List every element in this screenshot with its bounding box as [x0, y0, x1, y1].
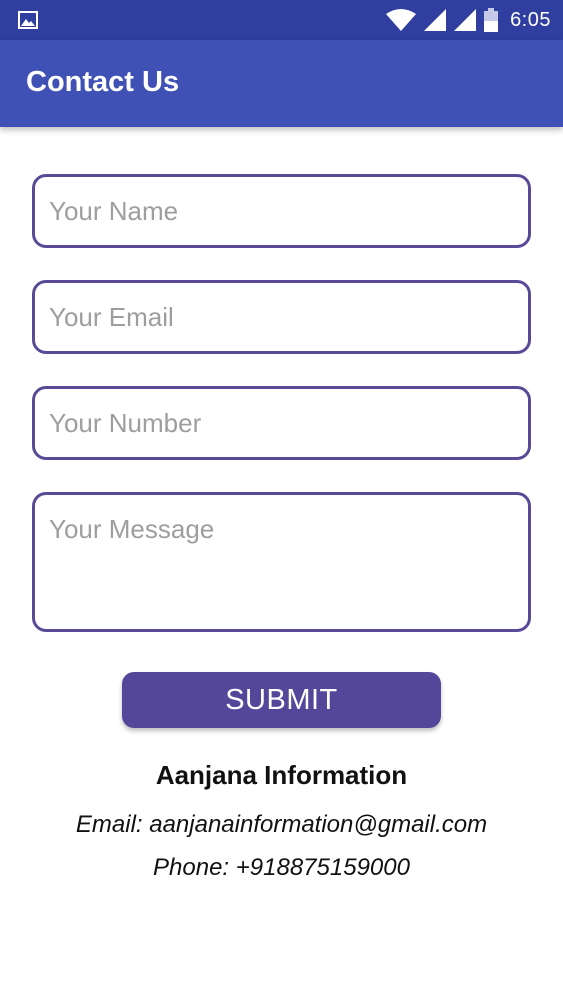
battery-icon	[484, 8, 499, 32]
company-name: Aanjana Information	[155, 760, 408, 790]
message-input[interactable]	[32, 492, 531, 632]
wifi-icon	[386, 9, 417, 31]
submit-button[interactable]: SUBMIT	[122, 672, 441, 728]
app-bar: Contact Us	[0, 40, 563, 127]
page-title: Contact Us	[26, 66, 180, 98]
status-bar: 6:05	[0, 0, 563, 40]
name-input[interactable]	[32, 174, 531, 248]
contact-phone: Phone: +918875159000	[153, 854, 410, 881]
number-input[interactable]	[32, 386, 531, 460]
email-input[interactable]	[32, 280, 531, 354]
status-icons: 6:05	[386, 6, 551, 34]
signal-icon	[424, 9, 447, 31]
signal-icon	[454, 9, 477, 31]
contact-email: Email: aanjanainformation@gmail.com	[75, 811, 488, 838]
image-notification-icon	[18, 11, 38, 29]
status-time: 6:05	[510, 8, 551, 31]
